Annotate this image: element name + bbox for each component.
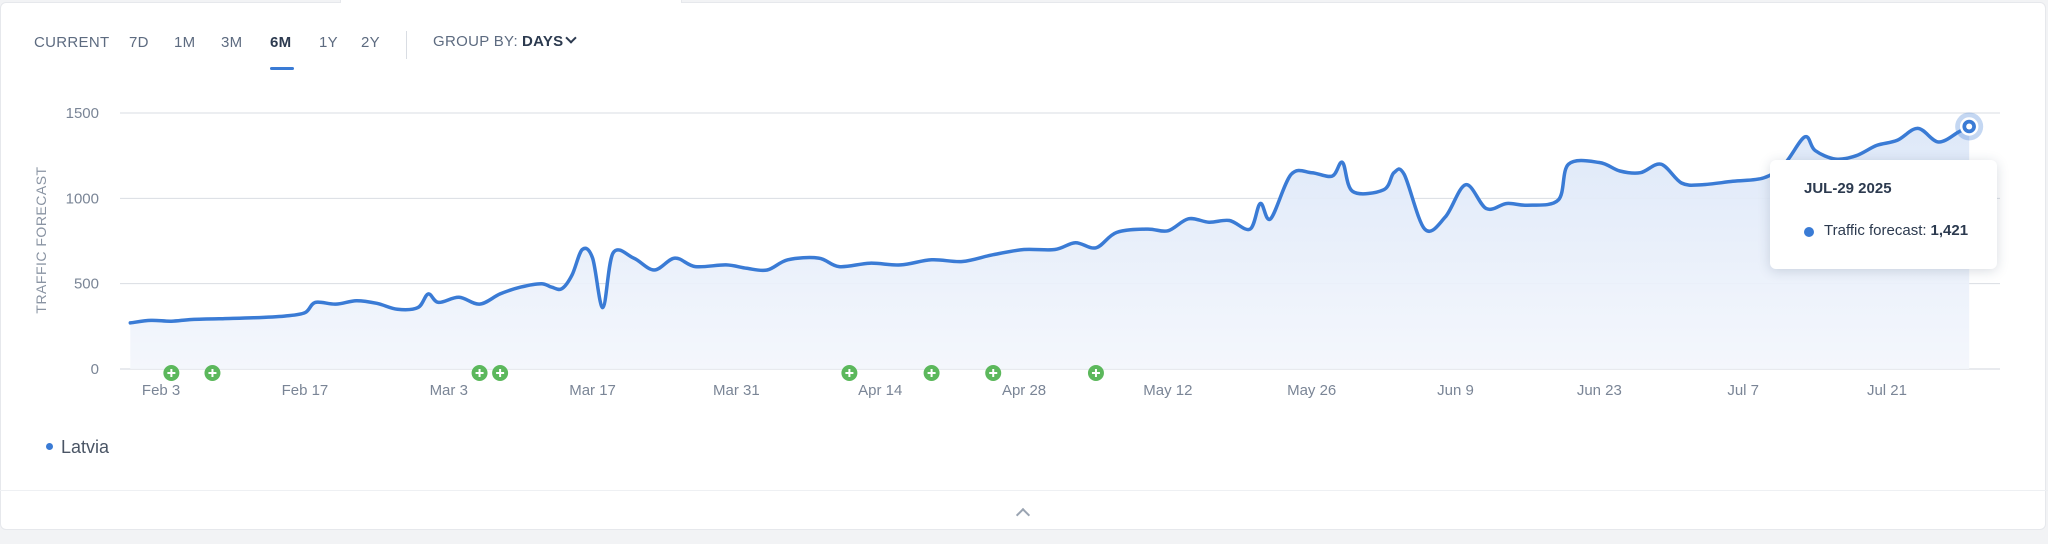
event-marker-plus-icon: [471, 365, 488, 381]
series-area: [130, 126, 1970, 369]
x-tick-label: May 26: [1287, 382, 1336, 399]
x-tick-label: Apr 14: [858, 382, 902, 399]
collapse-button[interactable]: [1014, 505, 1032, 523]
legend-dot: [46, 443, 53, 450]
x-tick-label: Jun 9: [1437, 382, 1474, 399]
tooltip-date: JUL-29 2025: [1804, 180, 1892, 197]
x-tick-label: May 12: [1143, 382, 1192, 399]
y-tick-label-1000: 1000: [66, 190, 99, 207]
event-marker-plus-icon: [1087, 365, 1104, 381]
x-tick-label: Jul 21: [1867, 382, 1907, 399]
event-marker-plus-icon: [923, 365, 940, 381]
chart-legend[interactable]: Latvia: [46, 437, 109, 458]
x-tick-label: Mar 31: [713, 382, 760, 399]
event-marker-plus-icon: [163, 365, 180, 381]
x-tick-label: Mar 3: [430, 382, 468, 399]
x-tick-label: Apr 28: [1002, 382, 1046, 399]
x-tick-label: Mar 17: [569, 382, 616, 399]
x-tick-label: Feb 17: [282, 382, 329, 399]
x-tick-label: Jun 23: [1577, 382, 1622, 399]
chart-tooltip: JUL-29 2025 Traffic forecast: 1,421: [1770, 160, 1997, 269]
highlight-point: [1955, 112, 1984, 141]
highlight-center: [1966, 123, 1973, 130]
footer-divider: [0, 490, 2048, 491]
y-tick-label-1500: 1500: [66, 105, 99, 122]
tooltip-row: Traffic forecast: 1,421: [1824, 222, 1968, 239]
traffic-forecast-chart: 0 500 1000 1500 TRAFFIC FORECAST Feb 3 Feb 1…: [33, 105, 2000, 399]
event-marker-plus-icon: [985, 365, 1002, 381]
y-tick-label-0: 0: [91, 361, 99, 378]
tooltip-label: Traffic forecast:: [1824, 222, 1927, 239]
y-axis-ticks: 0 500 1000 1500: [66, 105, 99, 378]
event-marker-plus-icon: [204, 365, 221, 381]
x-tick-label: Jul 7: [1727, 382, 1759, 399]
y-axis-label: TRAFFIC FORECAST: [33, 166, 49, 313]
tooltip-value: 1,421: [1930, 222, 1969, 239]
legend-item-latvia[interactable]: Latvia: [61, 437, 109, 457]
tooltip-series-dot: [1804, 227, 1814, 237]
x-axis-ticks: Feb 3 Feb 17 Mar 3 Mar 17 Mar 31 Apr 14 Apr 28…: [142, 382, 1907, 399]
event-marker-plus-icon: [492, 365, 509, 381]
x-tick-label: Feb 3: [142, 382, 180, 399]
y-tick-label-500: 500: [74, 276, 99, 293]
event-marker-plus-icon: [841, 365, 858, 381]
